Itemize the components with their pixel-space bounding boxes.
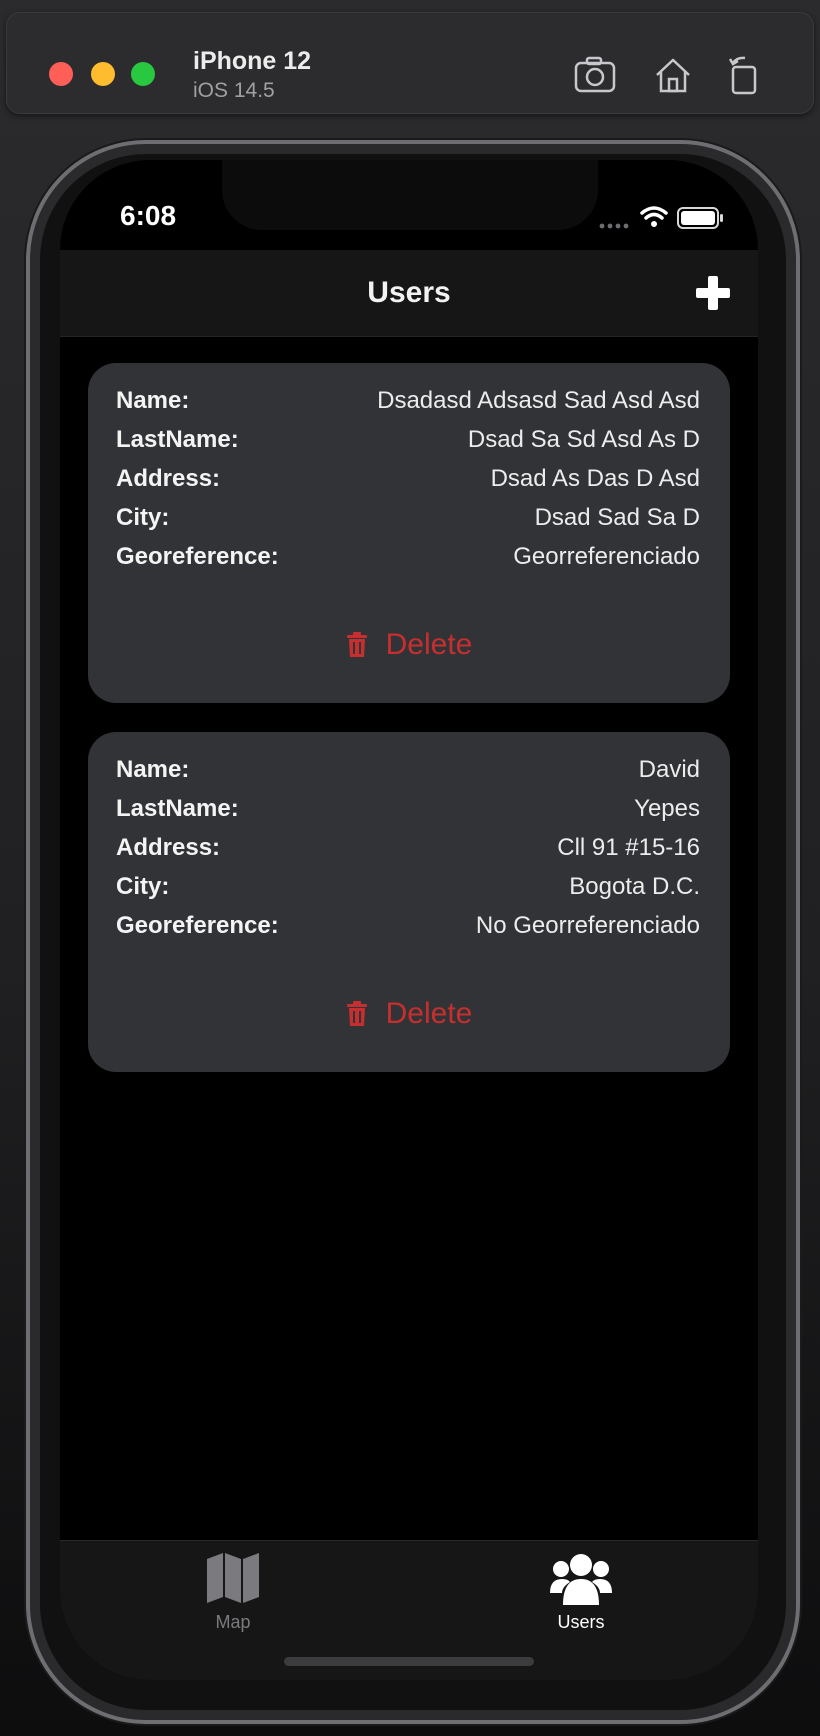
name-value: Dsadasd Adsasd Sad Asd Asd <box>377 387 700 414</box>
georeference-value: Georreferenciado <box>513 543 700 570</box>
city-value: Dsad Sad Sa D <box>534 504 700 531</box>
tab-users[interactable]: Users <box>481 1549 681 1639</box>
city-row: City: Dsad Sad Sa D <box>116 500 700 536</box>
address-label: Address: <box>116 834 221 861</box>
tab-users-label: Users <box>557 1612 605 1632</box>
status-time: 6:08 <box>120 200 177 231</box>
name-row: Name: Dsadasd Adsasd Sad Asd Asd <box>116 383 700 419</box>
name-row: Name: David <box>116 752 700 788</box>
name-label: Name: <box>116 387 190 414</box>
phone-screen: 6:08 Users Name: Dsadasd Adsasd Sad Asd … <box>60 160 758 1680</box>
city-row: City: Bogota D.C. <box>116 869 700 905</box>
minimize-window-button[interactable] <box>91 62 115 86</box>
address-value: Cll 91 #15-16 <box>557 834 700 861</box>
delete-button[interactable]: Delete <box>88 623 730 667</box>
user-card: Name: Dsadasd Adsasd Sad Asd Asd LastNam… <box>88 363 730 703</box>
delete-label: Delete <box>385 997 473 1030</box>
city-value: Bogota D.C. <box>569 873 700 900</box>
name-label: Name: <box>116 756 190 783</box>
lastname-row: LastName: Yepes <box>116 791 700 827</box>
georeference-value: No Georreferenciado <box>475 912 700 939</box>
lastname-row: LastName: Dsad Sa Sd Asd As D <box>116 422 700 458</box>
trash-icon <box>346 1001 367 1026</box>
lastname-label: LastName: <box>116 426 239 453</box>
lastname-value: Yepes <box>634 795 700 822</box>
add-user-button[interactable] <box>694 274 732 312</box>
simulator-os-version: iOS 14.5 <box>193 79 275 102</box>
delete-button[interactable]: Delete <box>88 992 730 1036</box>
lastname-label: LastName: <box>116 795 239 822</box>
users-icon <box>550 1554 612 1605</box>
georeference-row: Georeference: No Georreferenciado <box>116 908 700 944</box>
trash-icon <box>346 632 367 657</box>
screenshot-icon[interactable] <box>573 53 617 97</box>
address-label: Address: <box>116 465 221 492</box>
map-icon <box>207 1553 259 1603</box>
page-title: Users <box>367 276 451 309</box>
rotate-icon[interactable] <box>723 53 767 97</box>
delete-label: Delete <box>385 628 473 661</box>
wifi-icon <box>640 206 668 227</box>
name-value: David <box>638 756 700 783</box>
status-icons <box>599 206 723 229</box>
home-indicator[interactable] <box>284 1657 534 1666</box>
city-label: City: <box>116 504 170 531</box>
home-icon[interactable] <box>651 53 695 97</box>
simulator-device-name: iPhone 12 <box>193 47 312 75</box>
navigation-bar: Users <box>60 250 758 337</box>
city-label: City: <box>116 873 170 900</box>
battery-icon <box>677 207 723 229</box>
lastname-value: Dsad Sa Sd Asd As D <box>467 426 700 453</box>
user-card: Name: David LastName: Yepes Address: Cll… <box>88 732 730 1072</box>
close-window-button[interactable] <box>49 62 73 86</box>
tab-map[interactable]: Map <box>133 1549 333 1639</box>
simulator-titlebar: iPhone 12 iOS 14.5 <box>6 12 814 114</box>
address-row: Address: Dsad As Das D Asd <box>116 461 700 497</box>
signal-icon <box>599 223 629 229</box>
notch <box>222 160 598 230</box>
georeference-label: Georeference: <box>116 912 279 939</box>
zoom-window-button[interactable] <box>131 62 155 86</box>
tab-map-label: Map <box>215 1612 251 1632</box>
address-row: Address: Cll 91 #15-16 <box>116 830 700 866</box>
address-value: Dsad As Das D Asd <box>490 465 700 492</box>
georeference-row: Georeference: Georreferenciado <box>116 539 700 575</box>
georeference-label: Georeference: <box>116 543 279 570</box>
